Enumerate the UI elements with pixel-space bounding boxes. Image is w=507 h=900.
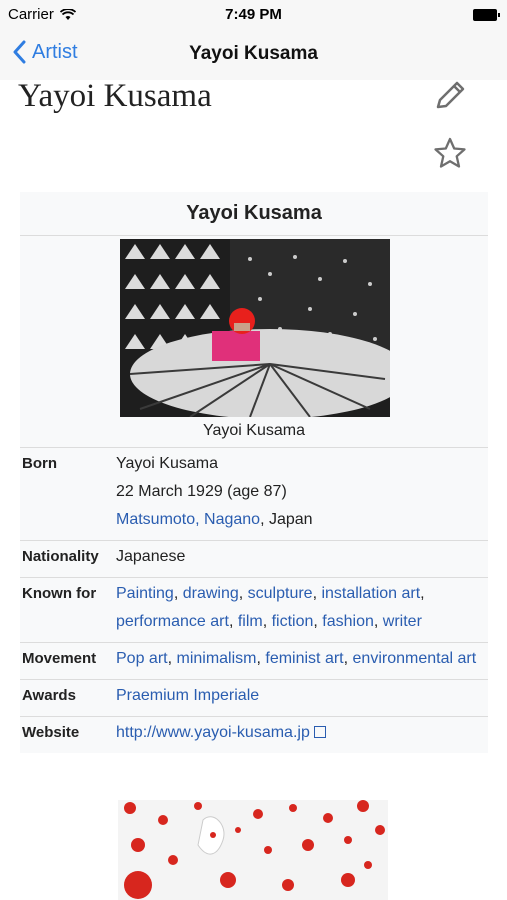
- link-pop-art[interactable]: Pop art: [116, 650, 168, 667]
- row-born: Born Yayoi Kusama 22 March 1929 (age 87)…: [20, 448, 488, 541]
- infobox: Yayoi Kusama Yayoi Kusama Born Yayoi Kus…: [20, 192, 488, 753]
- born-place-country: , Japan: [260, 511, 313, 528]
- infobox-image-section: Yayoi Kusama: [20, 236, 488, 448]
- link-installation-art[interactable]: installation art: [321, 585, 420, 602]
- page-title: Yayoi Kusama: [18, 78, 212, 114]
- nationality-value: Japanese: [116, 548, 186, 565]
- known-for-value: Painting, drawing, sculpture, installati…: [116, 585, 425, 630]
- row-known-for: Known for Painting, drawing, sculpture, …: [20, 578, 488, 643]
- awards-link[interactable]: Praemium Imperiale: [116, 687, 259, 704]
- website-link[interactable]: http://www.yayoi-kusama.jp: [116, 724, 310, 741]
- edit-pencil-icon: [436, 81, 465, 109]
- born-date: 22 March 1929 (age 87): [116, 483, 287, 500]
- movement-value: Pop art, minimalism, feminist art, envir…: [116, 650, 477, 667]
- nationality-label: Nationality: [22, 548, 99, 565]
- link-fashion[interactable]: fashion: [322, 613, 374, 630]
- link-fiction[interactable]: fiction: [272, 613, 314, 630]
- link-writer[interactable]: writer: [383, 613, 422, 630]
- row-movement: Movement Pop art, minimalism, feminist a…: [20, 643, 488, 680]
- link-film[interactable]: film: [238, 613, 263, 630]
- battery-icon: [473, 9, 500, 21]
- photo-caption: Yayoi Kusama: [203, 422, 305, 439]
- artist-photo-graphic: [120, 239, 390, 417]
- status-time: 7:49 PM: [225, 6, 282, 23]
- external-link-icon: [313, 726, 326, 738]
- row-website: Website http://www.yayoi-kusama.jp: [20, 717, 488, 753]
- nav-title: Yayoi Kusama: [189, 43, 318, 64]
- infobox-title: Yayoi Kusama: [20, 192, 488, 236]
- link-environmental-art[interactable]: environmental art: [353, 650, 477, 667]
- link-performance-art[interactable]: performance art: [116, 613, 229, 630]
- born-label: Born: [22, 455, 57, 472]
- favorite-button[interactable]: [432, 136, 468, 170]
- born-value: Yayoi Kusama 22 March 1929 (age 87) Mats…: [116, 450, 486, 534]
- artwork-photo[interactable]: [118, 800, 388, 900]
- link-drawing[interactable]: drawing: [183, 585, 239, 602]
- awards-label: Awards: [22, 687, 76, 704]
- star-outline-icon: [434, 137, 466, 168]
- artwork-photo-graphic: [118, 800, 388, 900]
- movement-label: Movement: [22, 650, 97, 667]
- website-label: Website: [22, 724, 80, 741]
- artist-photo[interactable]: [120, 239, 390, 417]
- born-name: Yayoi Kusama: [116, 455, 218, 472]
- link-minimalism[interactable]: minimalism: [176, 650, 256, 667]
- link-sculpture[interactable]: sculpture: [248, 585, 313, 602]
- known-for-label: Known for: [22, 585, 97, 602]
- navigation-bar: Artist Yayoi Kusama: [0, 30, 507, 80]
- row-nationality: Nationality Japanese: [20, 541, 488, 578]
- edit-button[interactable]: [432, 80, 468, 114]
- born-place-link[interactable]: Matsumoto, Nagano: [116, 511, 260, 528]
- link-painting[interactable]: Painting: [116, 585, 174, 602]
- status-bar: Carrier 7:49 PM: [0, 0, 507, 30]
- link-feminist-art[interactable]: feminist art: [265, 650, 343, 667]
- row-awards: Awards Praemium Imperiale: [20, 680, 488, 717]
